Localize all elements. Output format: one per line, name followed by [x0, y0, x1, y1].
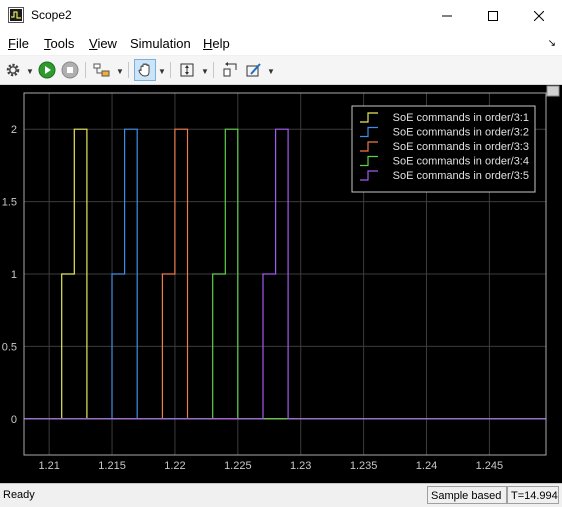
dock-arrow-icon[interactable]: ↘: [548, 38, 556, 49]
draw-dropdown-icon[interactable]: ▼: [267, 67, 275, 76]
scope-app-icon: [8, 7, 24, 23]
x-tick-label: 1.225: [224, 460, 252, 472]
stop-icon: [61, 61, 79, 79]
maximize-button[interactable]: [470, 0, 516, 31]
autoscale-dropdown-icon[interactable]: ▼: [201, 67, 209, 76]
signal-select-dropdown-icon[interactable]: ▼: [116, 67, 124, 76]
menu-view-label: iew: [97, 36, 117, 51]
toolbar-separator: [170, 62, 171, 78]
x-tick-label: 1.215: [98, 460, 126, 472]
legend-label-5: SoE commands in order/3:5: [393, 170, 529, 182]
toolbar-separator: [85, 62, 86, 78]
toolbar: ▼ ▼ ▼ ▼ ▼: [0, 56, 562, 85]
y-tick-label: 1.5: [2, 197, 17, 209]
maximize-icon: [488, 10, 498, 21]
scope-display[interactable]: 1.21 1.215 1.22 1.225 1.23 1.235 1.24 1.245 0 0.5…: [0, 85, 562, 483]
highlight-block-icon: [223, 62, 237, 77]
status-time: T=14.994: [507, 486, 559, 504]
x-tick-label: 1.21: [38, 460, 59, 472]
status-sample-mode: Sample based: [427, 486, 507, 504]
menu-help[interactable]: Help: [203, 36, 230, 51]
minimize-button[interactable]: [424, 0, 470, 31]
close-button[interactable]: [516, 0, 562, 31]
pan-hand-icon: [138, 63, 150, 77]
legend-label-3: SoE commands in order/3:3: [393, 141, 529, 153]
menu-view[interactable]: View: [89, 36, 117, 51]
menu-tools-label: ools: [50, 36, 75, 51]
status-bar: Ready Sample based T=14.994: [0, 483, 562, 507]
x-tick-label: 1.235: [350, 460, 378, 472]
y-tick-label: 0: [11, 414, 17, 426]
gear-icon: [6, 63, 20, 77]
toolbar-separator: [128, 62, 129, 78]
x-tick-label: 1.23: [290, 460, 311, 472]
draw-icon: [246, 63, 261, 77]
x-tick-label: 1.24: [416, 460, 437, 472]
menu-help-label: elp: [212, 36, 230, 51]
close-icon: [534, 10, 544, 21]
menu-tools[interactable]: Tools: [44, 36, 74, 51]
run-icon: [38, 61, 56, 79]
undock-icon[interactable]: [546, 85, 560, 97]
autoscale-button[interactable]: [176, 59, 198, 81]
settings-button[interactable]: [2, 59, 24, 81]
signal-select-icon: [93, 63, 110, 77]
legend-label-2: SoE commands in order/3:2: [393, 127, 529, 139]
minimize-icon: [442, 15, 452, 16]
y-tick-label: 0.5: [2, 341, 17, 353]
menu-file[interactable]: File: [8, 36, 29, 51]
settings-dropdown-icon[interactable]: ▼: [26, 67, 34, 76]
title-bar: Scope2: [0, 0, 562, 31]
menu-bar: File Tools View Simulation Help ↘: [0, 31, 562, 55]
pan-button[interactable]: [134, 59, 156, 81]
toolbar-separator: [213, 62, 214, 78]
stop-button[interactable]: [59, 59, 81, 81]
menu-simulation[interactable]: Simulation: [130, 36, 191, 51]
menu-file-label: ile: [15, 36, 29, 51]
draw-button[interactable]: [243, 59, 265, 81]
run-button[interactable]: [36, 59, 58, 81]
menu-file-mnemonic: F: [8, 36, 16, 51]
signal-select-button[interactable]: [91, 59, 113, 81]
menu-simulation-mnemonic: S: [130, 36, 139, 51]
status-ready: Ready: [3, 489, 35, 501]
pan-dropdown-icon[interactable]: ▼: [158, 67, 166, 76]
legend-label-4: SoE commands in order/3:4: [393, 156, 529, 168]
y-tick-label: 2: [11, 124, 17, 136]
menu-simulation-label: imulation: [138, 36, 191, 51]
y-tick-label: 1: [11, 269, 17, 281]
menu-help-mnemonic: H: [203, 36, 213, 51]
legend-label-1: SoE commands in order/3:1: [393, 112, 529, 124]
autoscale-icon: [180, 63, 194, 77]
scope-chart: 1.21 1.215 1.22 1.225 1.23 1.235 1.24 1.245 0 0.5…: [2, 85, 560, 472]
x-tick-label: 1.22: [164, 460, 185, 472]
highlight-block-button[interactable]: [219, 59, 241, 81]
window-title: Scope2: [31, 8, 72, 22]
x-tick-label: 1.245: [476, 460, 504, 472]
